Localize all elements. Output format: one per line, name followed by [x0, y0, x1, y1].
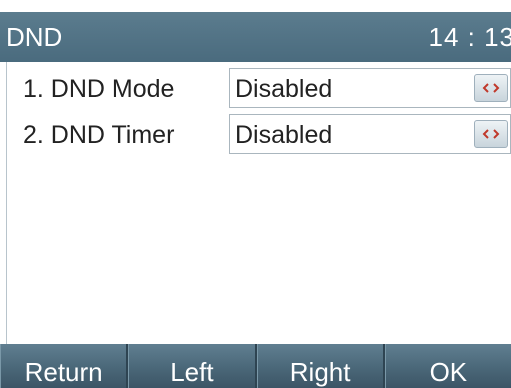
top-strip [0, 0, 511, 12]
title-bar: DND 14 : 13 [0, 12, 511, 62]
menu-item-label: 1. DND Mode [23, 75, 175, 103]
menu-list: 1. DND Mode Disabled 2. DND Timer Disabl… [6, 62, 511, 344]
return-softkey[interactable]: Return [0, 344, 129, 388]
dnd-timer-value: Disabled [235, 121, 333, 149]
menu-item-dnd-timer[interactable]: 2. DND Timer Disabled [7, 108, 511, 164]
page-title: DND [6, 22, 63, 52]
left-right-arrows-icon[interactable] [474, 74, 508, 102]
phone-screen: DND 14 : 13 1. DND Mode Disabled 2. DND … [0, 0, 511, 388]
dnd-mode-value: Disabled [235, 75, 333, 103]
left-right-arrows-icon[interactable] [474, 120, 508, 148]
left-softkey[interactable]: Left [128, 344, 257, 388]
dnd-timer-selector[interactable]: Disabled [229, 114, 511, 154]
clock: 14 : 13 [428, 22, 511, 52]
menu-item-label: 2. DND Timer [23, 121, 175, 149]
softkey-bar: Return Left Right OK [0, 344, 511, 388]
dnd-mode-selector[interactable]: Disabled [229, 68, 511, 108]
ok-softkey[interactable]: OK [384, 344, 511, 388]
right-softkey[interactable]: Right [256, 344, 385, 388]
